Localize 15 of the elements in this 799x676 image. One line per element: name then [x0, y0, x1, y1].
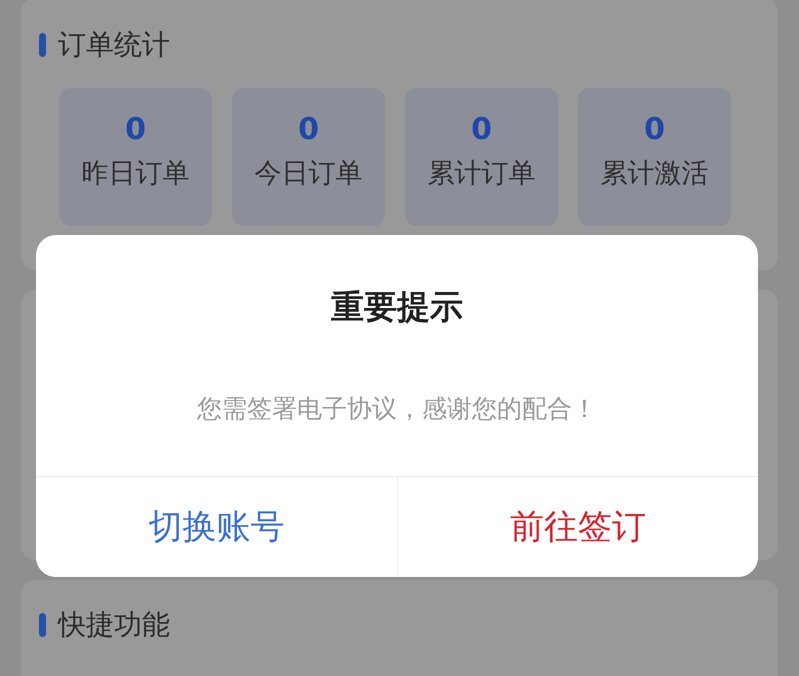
- stat-label: 今日订单: [254, 157, 362, 191]
- dialog-button[interactable]: 前往签订: [396, 477, 758, 577]
- stat-value: 0: [125, 112, 146, 147]
- section-marker-icon: [39, 613, 46, 637]
- section-title: 快捷功能: [58, 607, 170, 643]
- section-marker-icon: [39, 33, 46, 57]
- stat-value: 0: [644, 112, 665, 147]
- dialog-message: 您需签署电子协议，感谢您的配合！: [196, 393, 598, 425]
- dialog-title: 重要提示: [330, 286, 464, 328]
- stat-value: 0: [298, 112, 319, 147]
- stat-label: 昨日订单: [82, 157, 190, 191]
- section-title: 订单统计: [58, 27, 170, 63]
- stat-label: 累计订单: [428, 157, 536, 191]
- stat-label: 累计激活: [600, 157, 708, 191]
- stat-value: 0: [471, 112, 492, 147]
